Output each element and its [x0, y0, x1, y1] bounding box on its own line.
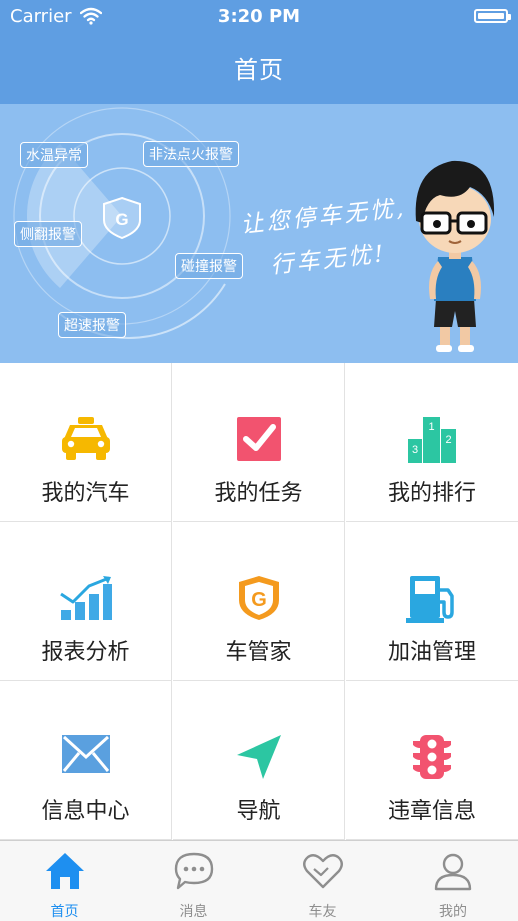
- grid-item-label: 违章信息: [387, 799, 476, 824]
- banner-tag-overspeed: 超速报警: [58, 312, 126, 338]
- grid-item-navigation[interactable]: 导航: [173, 681, 345, 840]
- grid-item-info-center[interactable]: 信息中心: [0, 681, 172, 840]
- grid-item-report-analysis[interactable]: 报表分析: [0, 522, 172, 681]
- car-butler-shield-icon: G: [236, 574, 282, 626]
- traffic-light-icon: [412, 733, 452, 785]
- navigation-arrow-icon: [235, 733, 283, 785]
- tab-home[interactable]: 首页: [0, 841, 129, 921]
- tab-label: 消息: [179, 904, 208, 920]
- grid-item-my-car[interactable]: 我的汽车: [0, 363, 172, 522]
- banner-tag-collision: 碰撞报警: [175, 253, 243, 279]
- status-bar: Carrier 3:20 PM: [0, 0, 518, 34]
- chat-bubble-icon: [173, 851, 215, 895]
- grid-item-label: 信息中心: [41, 799, 130, 824]
- grid-item-label: 加油管理: [387, 640, 476, 665]
- person-icon: [432, 851, 474, 895]
- tab-label: 首页: [50, 904, 79, 920]
- ranking-podium-icon: 1 2 3: [406, 415, 458, 469]
- svg-text:1: 1: [428, 421, 434, 433]
- grid-item-my-tasks[interactable]: 我的任务: [173, 363, 345, 522]
- svg-text:G: G: [251, 589, 267, 611]
- car-icon: [60, 415, 112, 467]
- tab-mine[interactable]: 我的: [388, 841, 518, 921]
- grid-item-fuel-management[interactable]: 加油管理: [346, 522, 518, 681]
- grid-item-label: 导航: [236, 799, 281, 824]
- battery-icon: [474, 9, 511, 23]
- tab-car-friends[interactable]: 车友: [258, 841, 387, 921]
- grid-item-label: 报表分析: [41, 640, 130, 665]
- grid-item-label: 我的任务: [214, 481, 303, 506]
- envelope-icon: [60, 733, 112, 779]
- mascot-illustration: [415, 160, 495, 352]
- svg-text:3: 3: [412, 444, 418, 456]
- promo-banner[interactable]: G 水温异常 非法点火报警 侧翻报警 碰撞报警 超速报警 让您停车无忧, 行车无…: [0, 104, 518, 363]
- heart-icon: [302, 851, 344, 895]
- tab-bar: 首页 消息 车友 我的: [0, 840, 518, 921]
- task-check-icon: [235, 415, 283, 467]
- feature-grid: 我的汽车 我的任务 1 2 3 我的排行 报表分析 G 车管家 加油管理 信息中…: [0, 363, 518, 840]
- clock: 3:20 PM: [217, 6, 301, 27]
- svg-text:2: 2: [445, 434, 451, 446]
- grid-item-label: 我的汽车: [41, 481, 130, 506]
- svg-text:G: G: [115, 210, 128, 229]
- banner-tag-water-temp: 水温异常: [20, 142, 88, 168]
- fuel-pump-icon: [406, 574, 458, 628]
- grid-item-label: 我的排行: [387, 481, 476, 506]
- banner-tag-rollover: 侧翻报警: [14, 221, 82, 247]
- grid-item-car-butler[interactable]: G 车管家: [173, 522, 345, 681]
- home-icon: [44, 851, 86, 895]
- banner-tag-illegal-ignition: 非法点火报警: [143, 141, 239, 167]
- tab-label: 我的: [439, 904, 467, 920]
- header: Carrier 3:20 PM 首页: [0, 0, 518, 104]
- page-title: 首页: [234, 56, 284, 84]
- tab-label: 车友: [308, 904, 337, 920]
- grid-item-label: 车管家: [225, 640, 292, 665]
- tab-messages[interactable]: 消息: [129, 841, 258, 921]
- grid-item-my-ranking[interactable]: 1 2 3 我的排行: [346, 363, 518, 522]
- grid-item-violation-info[interactable]: 违章信息: [346, 681, 518, 840]
- report-chart-icon: [59, 574, 113, 626]
